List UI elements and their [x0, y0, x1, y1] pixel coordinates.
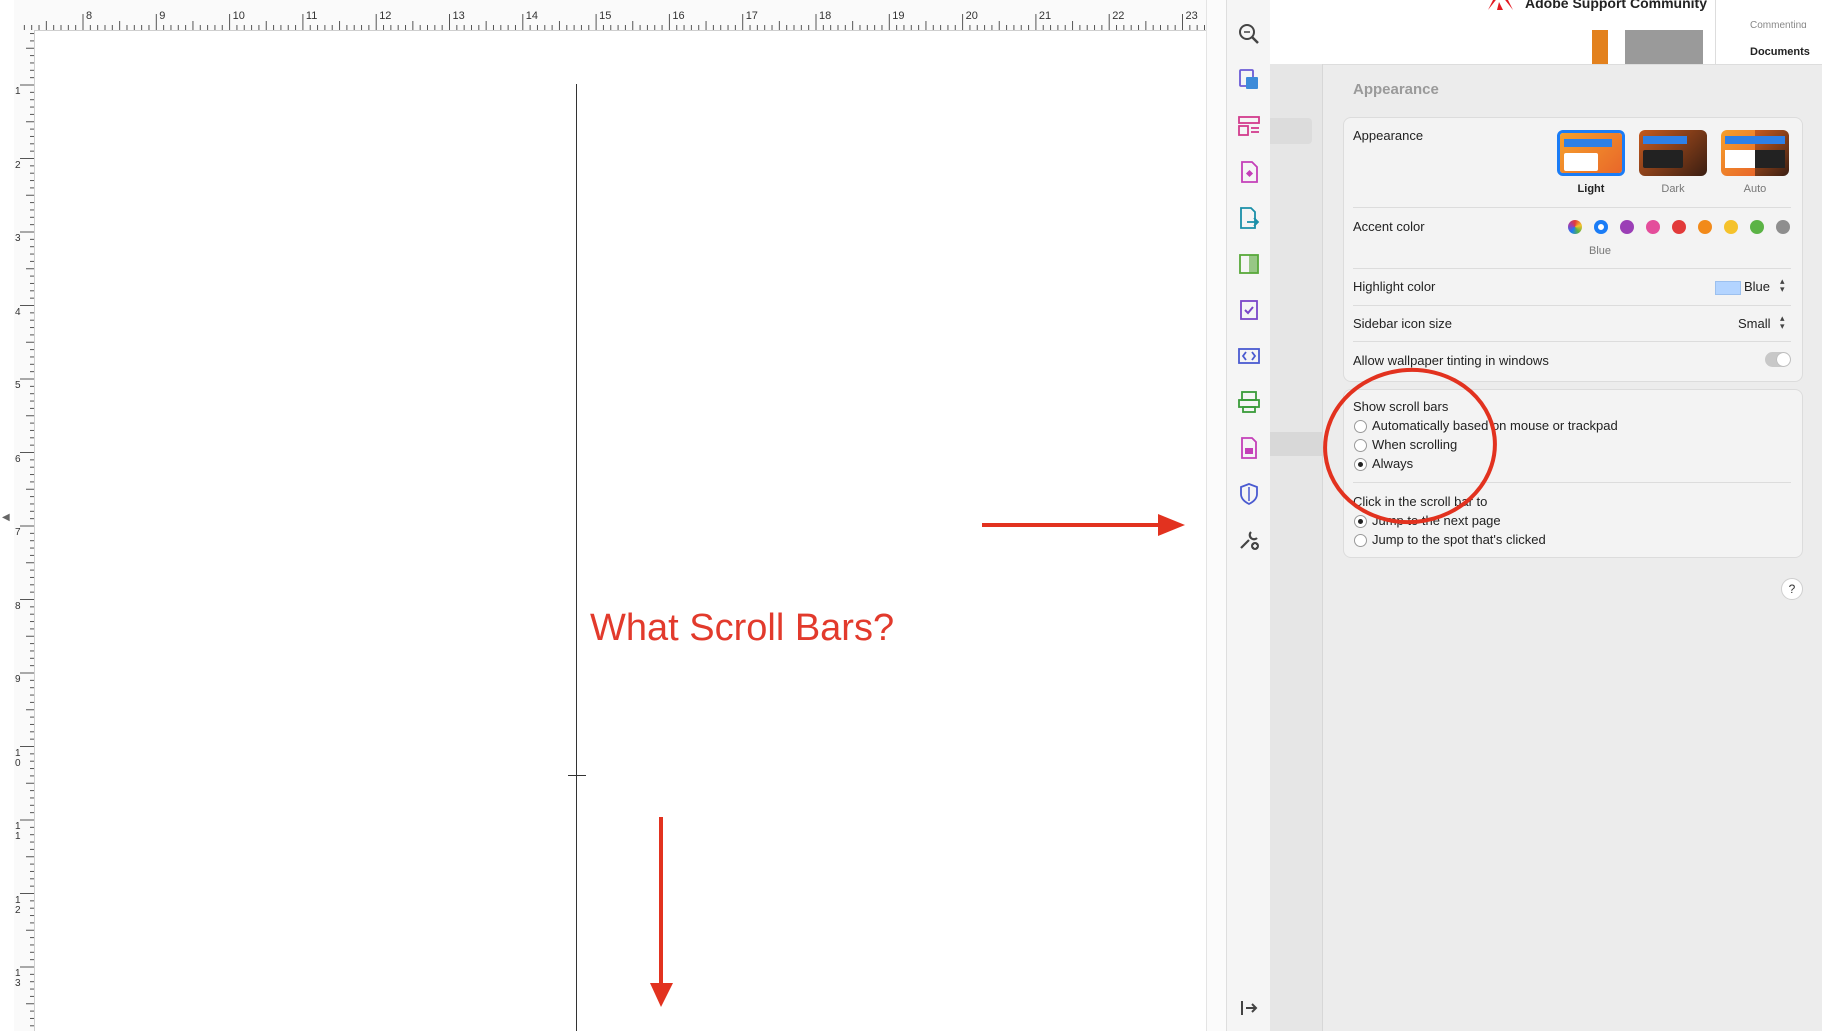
- accent-color-swatch[interactable]: [1750, 220, 1764, 234]
- header-divider: [1715, 0, 1716, 64]
- ruler-number: 8: [15, 600, 21, 612]
- ruler-number: 8: [86, 10, 93, 22]
- accent-color-swatch[interactable]: [1776, 220, 1790, 234]
- appearance-dark-thumbnail[interactable]: [1639, 130, 1707, 176]
- accent-color-swatch[interactable]: [1698, 220, 1712, 234]
- help-button[interactable]: ?: [1781, 578, 1803, 600]
- create-pdf-icon[interactable]: [1237, 160, 1261, 184]
- collapse-left-panel-icon[interactable]: ◀: [2, 512, 10, 523]
- ruler-number: 1 1: [15, 821, 21, 842]
- accent-color-swatch[interactable]: [1724, 220, 1738, 234]
- accent-color-selected-name: Blue: [1588, 245, 1612, 257]
- tools-panel: [1226, 0, 1271, 1031]
- scan-ocr-icon[interactable]: [1237, 390, 1261, 414]
- brand-name[interactable]: Adobe Support Community: [1525, 0, 1707, 11]
- accent-color-label: Accent color: [1353, 219, 1425, 234]
- sidebar-size-stepper-icon[interactable]: ▴ ▾: [1780, 314, 1785, 331]
- nav-item-partial[interactable]: Commenting: [1750, 20, 1807, 28]
- forum-image: [1625, 30, 1703, 64]
- ruler-number: 22: [1112, 10, 1125, 22]
- protect-icon[interactable]: [1237, 436, 1261, 460]
- click-option-spot[interactable]: Jump to the spot that's clicked: [1372, 532, 1546, 547]
- ruler-number: 9: [159, 10, 166, 22]
- highlight-stepper-icon[interactable]: ▴ ▾: [1780, 277, 1785, 294]
- vertical-ruler[interactable]: 1 2 3 4 5 6 7 8 9 1 0 1 1 1 2 1 3: [14, 30, 35, 1031]
- ruler-number: 16: [672, 10, 685, 22]
- ruler-number: 9: [15, 674, 21, 685]
- edit-pdf-icon[interactable]: [1237, 68, 1261, 92]
- ruler-number: 7: [15, 527, 21, 538]
- row-separator: [1353, 207, 1791, 208]
- appearance-dark-label[interactable]: Dark: [1639, 183, 1707, 195]
- fill-sign-icon[interactable]: [1237, 298, 1261, 322]
- annotation-arrow-right: [982, 514, 1185, 536]
- forum-header: Adobe Support Community Commenting Docum…: [1270, 0, 1822, 65]
- accent-color-swatch[interactable]: [1620, 220, 1634, 234]
- ruler-number: 10: [232, 10, 245, 22]
- highlight-color-swatch[interactable]: [1715, 281, 1741, 295]
- accent-color-swatch[interactable]: [1672, 220, 1686, 234]
- annotation-text: What Scroll Bars?: [590, 607, 895, 649]
- collapse-panel-icon[interactable]: [1237, 996, 1261, 1020]
- radio-jump-spot[interactable]: [1354, 534, 1367, 547]
- ruler-number: 1 3: [15, 968, 21, 989]
- ruler-number: 2: [15, 159, 21, 171]
- ruler-number: 5: [15, 380, 21, 391]
- adobe-logo-icon: [1488, 0, 1513, 10]
- guide-crosshair: [568, 775, 586, 776]
- redact-icon[interactable]: [1237, 344, 1261, 368]
- row-separator: [1353, 305, 1791, 306]
- more-tools-icon[interactable]: [1237, 528, 1261, 552]
- ruler-number: 19: [892, 10, 905, 22]
- ruler-number: 1 2: [15, 894, 21, 916]
- ruler-number: 23: [1185, 10, 1198, 22]
- export-pdf-icon[interactable]: [1237, 206, 1261, 230]
- horizontal-ruler[interactable]: 8 9 10 11 12 13 14 15 16 17 18 19 20 21 22 23: [14, 0, 1206, 31]
- forum-image-strip: [1592, 30, 1608, 64]
- sidebar-item[interactable]: [1270, 118, 1312, 144]
- appearance-auto-label[interactable]: Auto: [1721, 183, 1789, 195]
- ruler-number: 3: [15, 233, 21, 244]
- accent-color-swatch[interactable]: [1568, 220, 1582, 234]
- ruler-number: 1 0: [15, 747, 21, 769]
- wallpaper-tinting-toggle[interactable]: [1765, 352, 1791, 367]
- sidebar-icon-size-value[interactable]: Small: [1738, 316, 1771, 331]
- ruler-number: 20: [965, 10, 978, 22]
- accent-color-swatch[interactable]: [1594, 220, 1608, 234]
- ruler-number: 18: [819, 10, 832, 22]
- annotation-arrow-down: [650, 817, 673, 1007]
- ruler-number: 14: [525, 10, 539, 22]
- highlight-color-label: Highlight color: [1353, 279, 1436, 294]
- zoom-icon[interactable]: [1237, 22, 1261, 46]
- row-separator: [1353, 268, 1791, 269]
- ruler-number: 1: [15, 86, 21, 97]
- document-right-edge: [1206, 0, 1227, 1031]
- nav-item-documents[interactable]: Documents: [1750, 46, 1810, 58]
- ruler-number: 17: [745, 10, 758, 22]
- row-separator: [1353, 341, 1791, 342]
- settings-sidebar: [1270, 64, 1323, 1031]
- annotation-circle: [1323, 367, 1497, 525]
- shield-icon[interactable]: [1237, 482, 1261, 506]
- highlight-color-value[interactable]: Blue: [1744, 279, 1770, 294]
- ruler-number: 15: [599, 10, 612, 22]
- compare-files-icon[interactable]: [1237, 252, 1261, 276]
- sidebar-icon-size-label: Sidebar icon size: [1353, 316, 1452, 331]
- ruler-number: 4: [15, 306, 21, 318]
- ruler-number: 21: [1038, 10, 1052, 22]
- appearance-auto-thumbnail[interactable]: [1721, 130, 1789, 176]
- appearance-light-label[interactable]: Light: [1557, 183, 1625, 195]
- appearance-label: Appearance: [1353, 128, 1424, 143]
- accent-color-swatch[interactable]: [1646, 220, 1660, 234]
- ruler-number: 12: [379, 10, 392, 22]
- ruler-number: 13: [452, 10, 465, 22]
- ruler-number: 11: [305, 10, 318, 22]
- appearance-light-thumbnail[interactable]: [1557, 130, 1625, 176]
- section-title: Appearance: [1353, 81, 1439, 98]
- vertical-guide-line[interactable]: [576, 84, 577, 1031]
- ruler-number: 6: [15, 453, 21, 465]
- organize-pages-icon[interactable]: [1237, 114, 1261, 138]
